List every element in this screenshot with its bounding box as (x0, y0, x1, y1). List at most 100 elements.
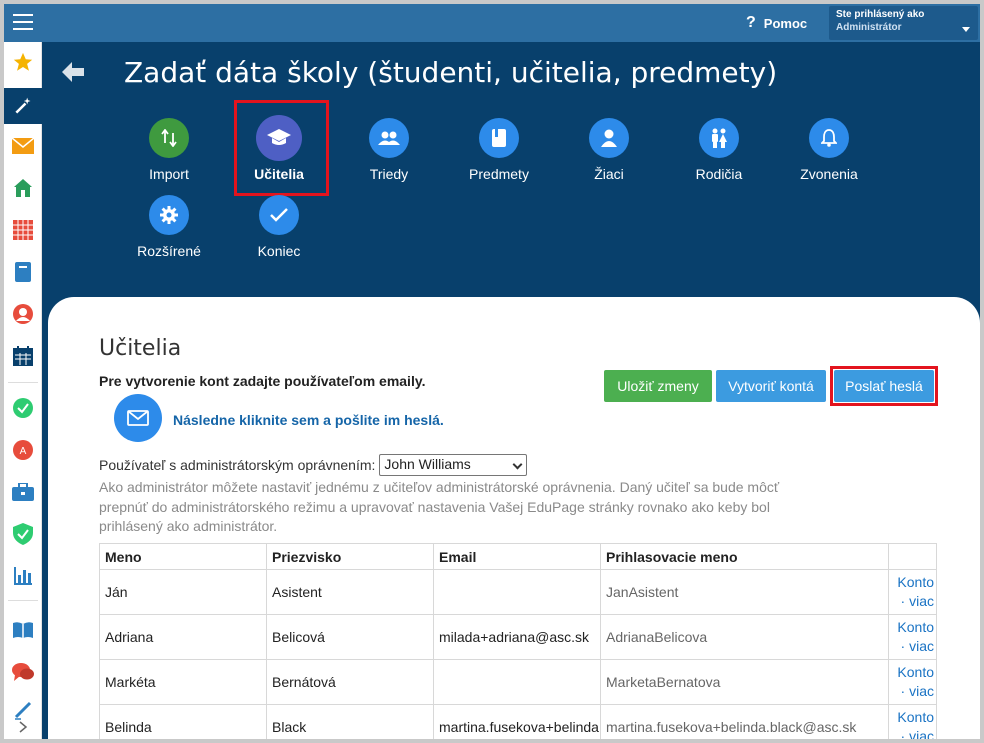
login-cell: MarketaBernatova (600, 659, 889, 705)
last-name-cell[interactable]: Asistent (266, 569, 434, 615)
more-link[interactable]: · viac (901, 593, 934, 609)
last-name-cell[interactable]: Bernátová (266, 659, 434, 705)
send-passwords-link[interactable]: Následne kliknite sem a pošlite im heslá… (173, 412, 444, 428)
wizard-step-finish[interactable]: Koniec (224, 195, 334, 259)
more-link[interactable]: · viac (901, 683, 934, 699)
wizard-step-label: Rodičia (695, 166, 743, 182)
account-link[interactable]: Konto (897, 664, 934, 680)
email-cell[interactable]: martina.fusekova+belinda.black@asc.sk (433, 704, 601, 739)
wizard-step-bells[interactable]: Zvonenia (774, 118, 884, 182)
last-name-cell[interactable]: Belicová (266, 614, 434, 660)
login-cell: martina.fusekova+belinda.black@asc.sk (600, 704, 889, 739)
wizard-step-students[interactable]: Žiaci (554, 118, 664, 182)
bell-icon (809, 118, 849, 158)
create-accounts-button[interactable]: Vytvoriť kontá (716, 370, 826, 402)
envelope-icon (12, 138, 34, 154)
top-bar: ? Pomoc Ste prihlásený ako Administrátor (4, 4, 980, 42)
sidebar-item-security[interactable] (4, 516, 42, 552)
hamburger-icon[interactable] (13, 14, 33, 30)
envelope-icon (127, 410, 149, 426)
wizard-step-subjects[interactable]: Predmety (444, 118, 554, 182)
email-cell[interactable]: milada+adriana@asc.sk (433, 614, 601, 660)
sidebar-item-attendance[interactable] (4, 390, 42, 426)
wizard-step-parents[interactable]: Rodičia (664, 118, 774, 182)
help-button[interactable]: ? Pomoc (746, 14, 807, 32)
wizard-step-label: Import (149, 166, 189, 182)
email-cell[interactable] (433, 569, 601, 615)
sidebar-item-statistics[interactable] (4, 558, 42, 594)
actions-cell: Konto · viac (888, 569, 937, 615)
login-cell: AdrianaBelicova (600, 614, 889, 660)
first-name-cell[interactable]: Belinda (99, 704, 267, 739)
question-icon: ? (746, 14, 756, 31)
column-header: Meno (99, 543, 267, 570)
instruction-text: Pre vytvorenie kont zadajte používateľom… (99, 373, 426, 389)
parents-icon (699, 118, 739, 158)
chevron-down-icon (962, 27, 970, 32)
email-cell[interactable] (433, 659, 601, 705)
chat-icon (12, 663, 34, 681)
sidebar-item-office[interactable] (4, 474, 42, 510)
account-link[interactable]: Konto (897, 709, 934, 725)
help-label: Pomoc (763, 15, 808, 31)
more-link[interactable]: · viac (901, 728, 934, 739)
table-row: Markéta Bernátová MarketaBernatova Konto… (99, 659, 937, 705)
sidebar-item-calendar[interactable] (4, 338, 42, 374)
check-circle-icon (13, 398, 33, 418)
more-link[interactable]: · viac (901, 638, 934, 654)
sidebar-item-chat[interactable] (4, 654, 42, 690)
book-icon (479, 118, 519, 158)
table-header-row: Meno Priezvisko Email Prihlasovacie meno (99, 543, 937, 570)
student-icon (13, 304, 33, 324)
wizard-step-advanced[interactable]: Rozšírené (114, 195, 224, 259)
svg-text:A: A (20, 446, 27, 457)
sidebar-expand[interactable] (4, 716, 42, 738)
wizard-step-label: Žiaci (594, 166, 624, 182)
table-row: Ján Asistent JanAsistent Konto · viac (99, 569, 937, 615)
column-header (888, 543, 937, 570)
sidebar-item-library[interactable] (4, 612, 42, 648)
sidebar-item-wizard[interactable] (4, 88, 42, 124)
wizard-step-label: Predmety (469, 166, 529, 182)
save-changes-button[interactable]: Uložiť zmeny (604, 370, 712, 402)
sidebar-item-timetable[interactable] (4, 212, 42, 248)
send-passwords-mail-button[interactable] (114, 394, 162, 442)
magic-wand-icon (15, 97, 31, 114)
login-cell: JanAsistent (600, 569, 889, 615)
sidebar-item-home[interactable] (4, 170, 42, 206)
sidebar-item-grades[interactable]: A (4, 432, 42, 468)
column-header: Priezvisko (266, 543, 434, 570)
admin-select[interactable]: John Williams (379, 454, 528, 476)
star-icon (13, 52, 33, 71)
sidebar-item-favorites[interactable] (4, 44, 42, 80)
briefcase-icon (12, 483, 34, 501)
person-icon (589, 118, 629, 158)
shield-icon (13, 523, 33, 545)
sidebar-item-notebook[interactable] (4, 254, 42, 290)
gear-icon (149, 195, 189, 235)
teachers-table: Meno Priezvisko Email Prihlasovacie meno… (99, 543, 937, 739)
sidebar-item-messages[interactable] (4, 128, 42, 164)
checkmark-icon (259, 195, 299, 235)
admin-select-value: John Williams (384, 456, 471, 472)
column-header: Email (433, 543, 601, 570)
wizard-step-import[interactable]: Import (114, 118, 224, 182)
page-title: Zadať dáta školy (študenti, učitelia, pr… (124, 56, 778, 89)
sidebar-item-students[interactable] (4, 296, 42, 332)
wizard-step-classes[interactable]: Triedy (334, 118, 444, 182)
first-name-cell[interactable]: Ján (99, 569, 267, 615)
app-window: ? Pomoc Ste prihlásený ako Administrátor (4, 4, 980, 739)
highlight-frame (830, 366, 938, 406)
last-name-cell[interactable]: Black (266, 704, 434, 739)
account-link[interactable]: Konto (897, 619, 934, 635)
back-arrow-icon[interactable] (62, 62, 84, 87)
first-name-cell[interactable]: Markéta (99, 659, 267, 705)
account-role: Administrátor (836, 22, 902, 33)
account-link[interactable]: Konto (897, 574, 934, 590)
account-dropdown[interactable]: Ste prihlásený ako Administrátor (829, 6, 978, 40)
sidebar-divider (8, 382, 38, 383)
wizard-step-label: Triedy (369, 166, 409, 182)
admin-selector-row: Používateľ s administrátorským oprávnení… (99, 454, 528, 476)
first-name-cell[interactable]: Adriana (99, 614, 267, 660)
actions-cell: Konto · viac (888, 704, 937, 739)
